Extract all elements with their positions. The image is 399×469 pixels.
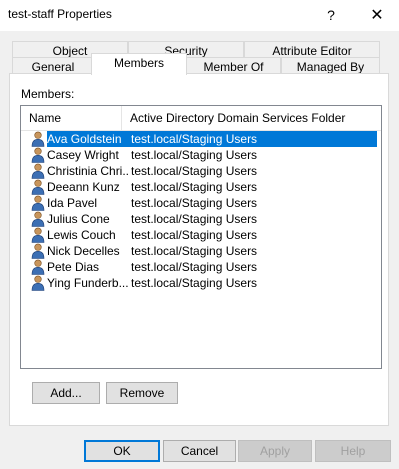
table-row[interactable]: Deeann Kunz test.local/Staging Users	[21, 179, 381, 195]
members-list[interactable]: Name Active Directory Domain Services Fo…	[20, 105, 382, 369]
column-header-folder[interactable]: Active Directory Domain Services Folder	[122, 106, 381, 130]
column-header-name[interactable]: Name	[21, 106, 121, 130]
add-button[interactable]: Add...	[32, 382, 100, 404]
member-name: Lewis Couch	[47, 228, 116, 242]
help-title-button[interactable]: ?	[318, 0, 344, 31]
member-name: Christinia Chri...	[47, 164, 128, 178]
apply-button[interactable]: Apply	[238, 440, 312, 462]
member-folder: test.local/Staging Users	[131, 228, 258, 242]
table-row[interactable]: Pete Dias test.local/Staging Users	[21, 259, 381, 275]
table-row[interactable]: Julius Cone test.local/Staging Users	[21, 211, 381, 227]
tab-general[interactable]: General	[12, 57, 94, 74]
member-name: Deeann Kunz	[47, 180, 120, 194]
member-folder: test.local/Staging Users	[131, 212, 258, 226]
table-row[interactable]: Lewis Couch test.local/Staging Users	[21, 227, 381, 243]
user-icon	[31, 211, 45, 227]
user-icon	[31, 179, 45, 195]
member-folder: test.local/Staging Users	[131, 244, 258, 258]
member-folder: test.local/Staging Users	[131, 196, 258, 210]
ok-button[interactable]: OK	[84, 440, 160, 462]
user-icon	[31, 147, 45, 163]
member-name: Nick Decelles	[47, 244, 120, 258]
tab-members[interactable]: Members	[91, 53, 187, 75]
user-icon	[31, 259, 45, 275]
member-folder: test.local/Staging Users	[131, 180, 258, 194]
help-button[interactable]: Help	[315, 440, 391, 462]
table-row[interactable]: Ida Pavel test.local/Staging Users	[21, 195, 381, 211]
member-name: Ying Funderb...	[47, 276, 128, 290]
member-folder: test.local/Staging Users	[131, 131, 258, 147]
table-row[interactable]: Ava Goldstein test.local/Staging Users	[21, 131, 381, 147]
member-name: Casey Wright	[47, 148, 119, 162]
tab-managed-by[interactable]: Managed By	[281, 57, 380, 74]
user-icon	[31, 195, 45, 211]
user-icon	[31, 243, 45, 259]
member-folder: test.local/Staging Users	[131, 164, 258, 178]
cancel-button[interactable]: Cancel	[163, 440, 236, 462]
list-header: Name Active Directory Domain Services Fo…	[21, 106, 381, 131]
table-row[interactable]: Ying Funderb... test.local/Staging Users	[21, 275, 381, 291]
user-icon	[31, 131, 45, 147]
user-icon	[31, 227, 45, 243]
window-title: test-staff Properties	[8, 7, 112, 21]
member-name: Pete Dias	[47, 260, 100, 274]
remove-button[interactable]: Remove	[106, 382, 178, 404]
title-bar: test-staff Properties ? ✕	[0, 0, 399, 31]
members-label: Members:	[21, 87, 75, 101]
close-button[interactable]: ✕	[362, 0, 392, 31]
member-folder: test.local/Staging Users	[131, 148, 258, 162]
table-row[interactable]: Nick Decelles test.local/Staging Users	[21, 243, 381, 259]
member-folder: test.local/Staging Users	[131, 276, 258, 290]
member-folder: test.local/Staging Users	[131, 260, 258, 274]
member-name: Ida Pavel	[47, 196, 98, 210]
table-row[interactable]: Christinia Chri... test.local/Staging Use…	[21, 163, 381, 179]
tab-member-of[interactable]: Member Of	[186, 57, 281, 74]
user-icon	[31, 275, 45, 291]
member-name: Julius Cone	[47, 212, 110, 226]
table-row[interactable]: Casey Wright test.local/Staging Users	[21, 147, 381, 163]
user-icon	[31, 163, 45, 179]
member-name: Ava Goldstein	[47, 131, 128, 147]
